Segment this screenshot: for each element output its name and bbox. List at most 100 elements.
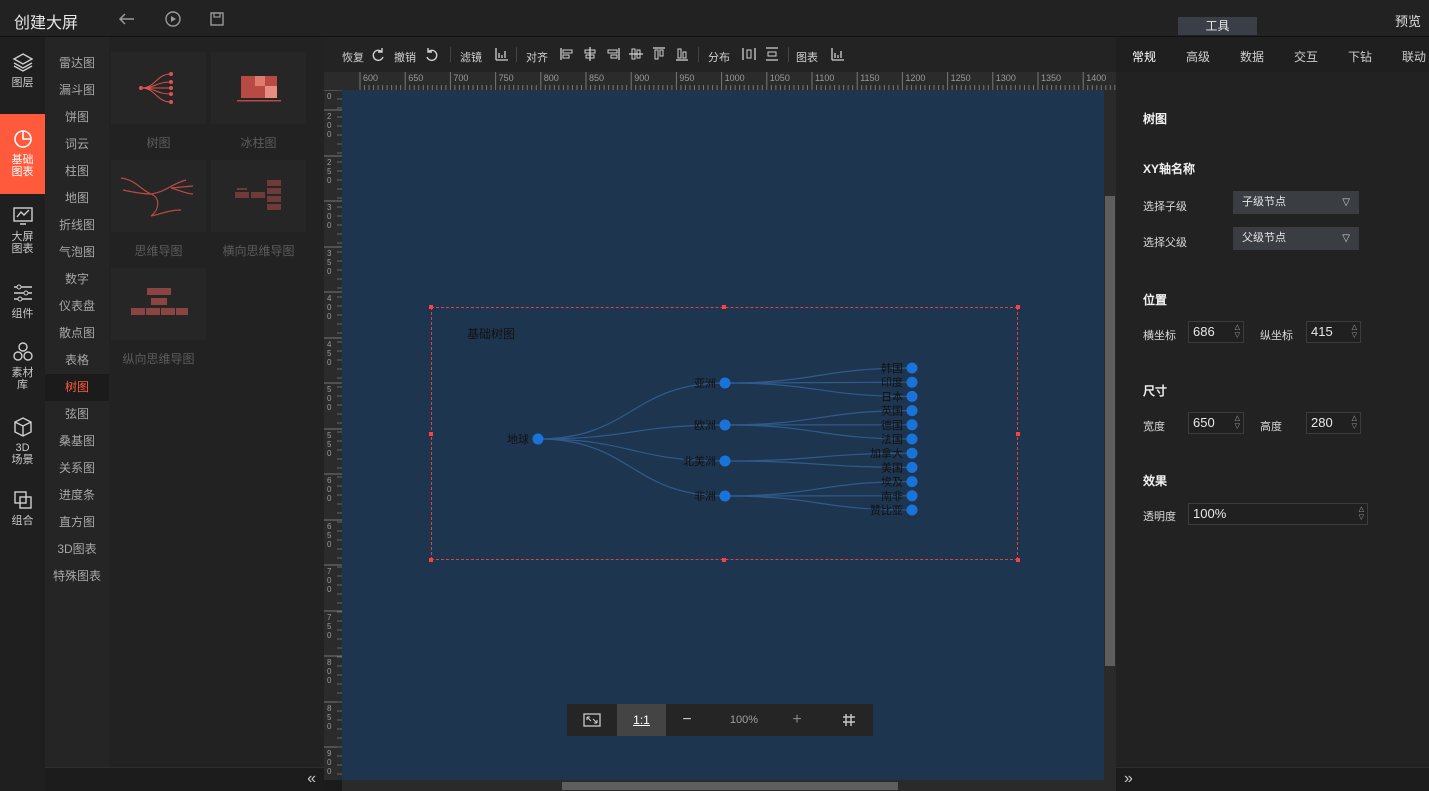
vertical-scroll-thumb[interactable] [1105,196,1115,666]
height-input[interactable]: 280 △ ▽ [1306,412,1361,434]
filter-label[interactable]: 滤镜 [460,49,482,65]
tools-tab[interactable]: 工具 [1178,17,1257,35]
play-icon[interactable] [164,10,182,28]
rail-item-assets[interactable]: 素材 库 [0,327,45,407]
redo-label[interactable]: 恢复 [342,49,364,65]
layers-icon [12,51,34,73]
grid-toggle-button[interactable] [825,704,873,736]
align-label[interactable]: 对齐 [526,49,548,65]
align-center-v-icon[interactable] [628,46,644,62]
template-card-icicle[interactable] [211,52,306,124]
y-input[interactable]: 415 △ ▽ [1306,321,1361,343]
actual-size-button[interactable]: 1:1 [617,704,666,736]
zoom-out-button[interactable]: − [677,704,697,736]
redo-icon[interactable] [370,46,386,62]
chart-icon[interactable] [830,46,846,62]
tree-label: 韩国 [881,361,903,375]
chart-label[interactable]: 图表 [796,49,818,65]
tab-interaction[interactable]: 交互 [1294,48,1318,65]
template-card-mindmap[interactable] [111,160,206,232]
chevron-down-icon: ▽ [1342,197,1350,208]
rail-item-screen-charts[interactable]: 大屏 图表 [0,191,45,271]
tab-general[interactable]: 常规 [1132,48,1156,65]
ruler-horizontal-ticks: 600 650 700 750 800 850 900 950 1000 1050 1100 1150… [359,72,1116,90]
align-left-icon[interactable] [559,46,575,62]
menu-item[interactable]: 3D图表 [45,536,109,563]
menu-item[interactable]: 散点图 [45,320,109,347]
align-bottom-icon[interactable] [674,46,690,62]
selected-chart-widget[interactable]: 基础树图 地球 亚洲 欧洲 北美洲 非洲 韩国 印度 日本 英国 德国 法国 加拿大 美国 埃及 南非 赞比亚 [429,305,1020,562]
spinner-icon[interactable]: △ ▽ [1352,415,1357,431]
parent-node-select[interactable]: 父级节点 ▽ [1233,227,1359,250]
x-input-value: 686 [1193,324,1215,339]
rail-label: 组件 [11,308,34,320]
zoom-in-button[interactable]: + [787,704,807,736]
menu-item[interactable]: 弦图 [45,401,109,428]
tab-drilldown[interactable]: 下钻 [1348,48,1372,65]
tree-label: 德国 [881,418,903,432]
expand-right-icon[interactable]: » [1124,770,1133,788]
rail-item-layers[interactable]: 图层 [0,37,45,117]
opacity-input[interactable]: 100% △ ▽ [1188,503,1368,525]
template-card-tree[interactable] [111,52,206,124]
menu-item[interactable]: 桑基图 [45,428,109,455]
menu-item[interactable]: 关系图 [45,455,109,482]
horizontal-scrollbar[interactable] [342,780,1116,791]
menu-item[interactable]: 地图 [45,185,109,212]
undo-label[interactable]: 撤销 [394,49,416,65]
ruler-label: 5 [327,713,332,722]
spinner-icon[interactable]: △ ▽ [1359,506,1364,522]
x-input[interactable]: 686 △ ▽ [1188,321,1244,343]
bar-chart-icon[interactable] [494,46,510,62]
horizontal-scroll-thumb[interactable] [562,782,898,790]
menu-item[interactable]: 仪表盘 [45,293,109,320]
menu-item[interactable]: 表格 [45,347,109,374]
properties-panel: 常规 高级 数据 交互 下钻 联动 树图 XY轴名称 选择子级 子级节点 ▽ 选… [1116,37,1429,791]
width-input[interactable]: 650 △ ▽ [1188,412,1244,434]
menu-item[interactable]: 词云 [45,131,109,158]
align-top-icon[interactable] [651,46,667,62]
fit-screen-button[interactable] [567,704,617,736]
menu-item[interactable]: 进度条 [45,482,109,509]
spinner-icon[interactable]: △ ▽ [1235,324,1240,340]
menu-item-active[interactable]: 树图 [45,374,109,401]
tab-advanced[interactable]: 高级 [1186,48,1210,65]
menu-item[interactable]: 特殊图表 [45,563,109,590]
child-node-select[interactable]: 子级节点 ▽ [1233,191,1359,214]
template-card-vertical-mindmap[interactable] [111,268,206,340]
spinner-icon[interactable]: △ ▽ [1352,324,1357,340]
rail-item-group[interactable]: 组合 [0,475,45,555]
align-right-icon[interactable] [605,46,621,62]
menu-item[interactable]: 饼图 [45,104,109,131]
template-card-horizontal-mindmap[interactable] [211,160,306,232]
menu-item[interactable]: 雷达图 [45,50,109,77]
ruler-label: 1000 [725,73,745,83]
distribute-label[interactable]: 分布 [708,49,730,65]
tree-node-leaf [906,405,918,417]
section-size: 尺寸 [1143,384,1168,398]
rail-item-basic-charts[interactable]: 基础 图表 [0,114,45,194]
tab-data[interactable]: 数据 [1240,48,1264,65]
menu-item[interactable]: 气泡图 [45,239,109,266]
rail-label: 组合 [11,515,34,527]
menu-item[interactable]: 柱图 [45,158,109,185]
preview-button[interactable]: 预览 [1395,11,1421,30]
menu-item[interactable]: 漏斗图 [45,77,109,104]
menu-item[interactable]: 直方图 [45,509,109,536]
spinner-icon[interactable]: △ ▽ [1235,415,1240,431]
vertical-scrollbar[interactable] [1104,90,1116,780]
collapse-left-icon[interactable]: « [307,770,316,788]
menu-item[interactable]: 折线图 [45,212,109,239]
back-icon[interactable] [118,10,136,28]
align-center-h-icon[interactable] [582,46,598,62]
save-icon[interactable] [208,10,226,28]
distribute-h-icon[interactable] [741,46,757,62]
rail-item-3d-scene[interactable]: 3D 场景 [0,402,45,482]
distribute-v-icon[interactable] [764,46,780,62]
ruler-label: 5 [327,440,332,449]
tree-node-leaf [906,390,918,402]
tab-linkage[interactable]: 联动 [1402,48,1426,65]
ruler-label: 0 [327,540,332,549]
menu-item[interactable]: 数字 [45,266,109,293]
undo-icon[interactable] [424,46,440,62]
